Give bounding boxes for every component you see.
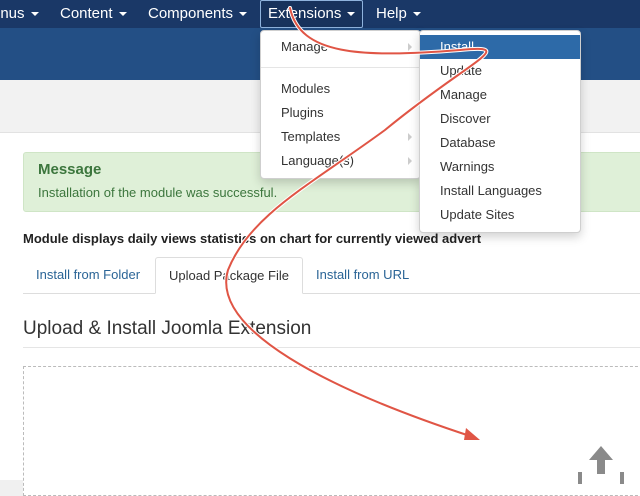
chevron-down-icon: [118, 12, 127, 17]
nav-content[interactable]: Content: [60, 0, 127, 28]
chevron-down-icon: [347, 12, 356, 17]
upload-dropzone[interactable]: [23, 366, 640, 496]
nav-menus[interactable]: enus: [0, 0, 39, 28]
submenu-item-install-languages[interactable]: Install Languages: [420, 179, 580, 203]
menu-item-manage-label: Manage: [281, 39, 328, 54]
nav-components-label: Components: [148, 5, 234, 22]
menu-item-modules[interactable]: Modules: [261, 77, 420, 101]
nav-extensions-label: Extensions: [268, 5, 342, 22]
submenu-item-update[interactable]: Update: [420, 59, 580, 83]
section-title: Upload & Install Joomla Extension: [23, 318, 312, 339]
chevron-right-icon: [408, 157, 412, 165]
top-navigation-bar: enus Content Components Extensions Help: [0, 0, 640, 28]
chevron-down-icon: [30, 12, 39, 17]
submenu-item-warnings[interactable]: Warnings: [420, 155, 580, 179]
submenu-item-database[interactable]: Database: [420, 131, 580, 155]
manage-submenu: Install Update Manage Discover Database …: [419, 30, 581, 233]
tab-install-from-url[interactable]: Install from URL: [303, 257, 422, 293]
nav-content-label: Content: [60, 5, 113, 22]
nav-menus-label: enus: [0, 5, 25, 22]
menu-item-templates-label: Templates: [281, 129, 341, 144]
message-body: Installation of the module was successfu…: [38, 185, 278, 200]
menu-item-manage[interactable]: Manage: [261, 35, 420, 59]
install-tabs: Install from Folder Upload Package File …: [23, 257, 640, 294]
submenu-item-update-sites[interactable]: Update Sites: [420, 203, 580, 227]
tab-install-from-folder[interactable]: Install from Folder: [23, 257, 153, 293]
nav-help-label: Help: [376, 5, 407, 22]
section-divider: [23, 347, 640, 348]
extensions-dropdown: Manage Modules Plugins Templates Languag…: [260, 30, 421, 179]
submenu-item-manage[interactable]: Manage: [420, 83, 580, 107]
tab-upload-package-file[interactable]: Upload Package File: [155, 257, 303, 294]
menu-item-languages[interactable]: Language(s): [261, 149, 420, 173]
menu-item-languages-label: Language(s): [281, 153, 354, 168]
menu-item-plugins[interactable]: Plugins: [261, 101, 420, 125]
chevron-right-icon: [408, 133, 412, 141]
module-description: Module displays daily views statistics o…: [23, 231, 482, 246]
upload-arrow-icon[interactable]: [574, 444, 628, 484]
chevron-right-icon: [408, 43, 412, 51]
nav-components[interactable]: Components: [148, 0, 248, 28]
submenu-item-install[interactable]: Install: [420, 35, 580, 59]
menu-divider: [261, 67, 420, 68]
chevron-down-icon: [239, 12, 248, 17]
menu-item-templates[interactable]: Templates: [261, 125, 420, 149]
submenu-item-discover[interactable]: Discover: [420, 107, 580, 131]
chevron-down-icon: [412, 12, 421, 17]
nav-help[interactable]: Help: [376, 0, 421, 28]
nav-extensions[interactable]: Extensions: [260, 0, 364, 28]
message-title: Message: [38, 161, 102, 178]
